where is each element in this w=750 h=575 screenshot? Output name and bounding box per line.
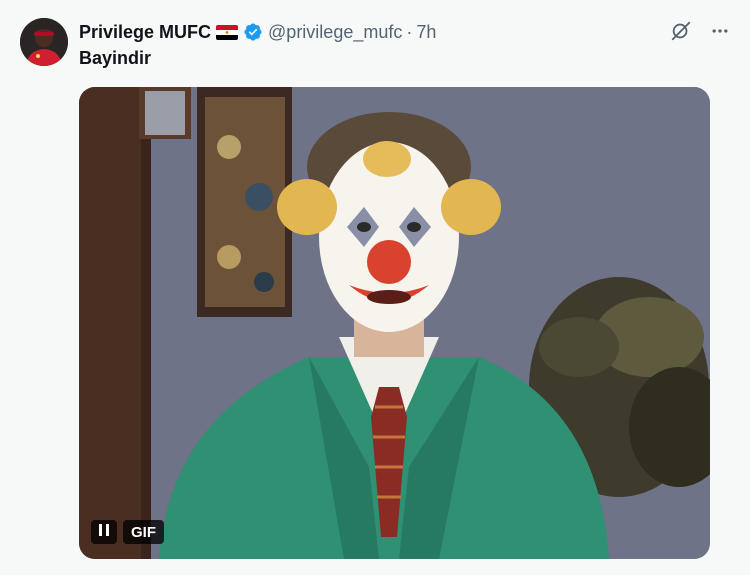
separator-dot: · (406, 21, 413, 42)
gif-controls: GIF (91, 520, 164, 544)
tweet-top-actions (670, 20, 730, 42)
verified-badge-icon (243, 22, 263, 42)
pause-icon (98, 523, 110, 542)
egypt-flag-icon (216, 24, 239, 40)
tweet-header: Privilege MUFC @privilege_mufc · 7h (79, 20, 436, 44)
grok-icon[interactable] (670, 20, 692, 42)
gif-media[interactable] (79, 87, 710, 559)
display-name[interactable]: Privilege MUFC (79, 22, 211, 43)
more-icon[interactable] (710, 21, 730, 41)
tweet-timestamp[interactable]: 7h (416, 22, 436, 43)
gif-badge: GIF (123, 520, 164, 544)
pause-button[interactable] (91, 520, 117, 544)
avatar[interactable] (20, 18, 68, 66)
tweet: Privilege MUFC @privilege_mufc · 7h Bayi… (0, 0, 750, 575)
user-handle[interactable]: @privilege_mufc (268, 22, 402, 43)
tweet-text: Bayindir (79, 48, 152, 68)
